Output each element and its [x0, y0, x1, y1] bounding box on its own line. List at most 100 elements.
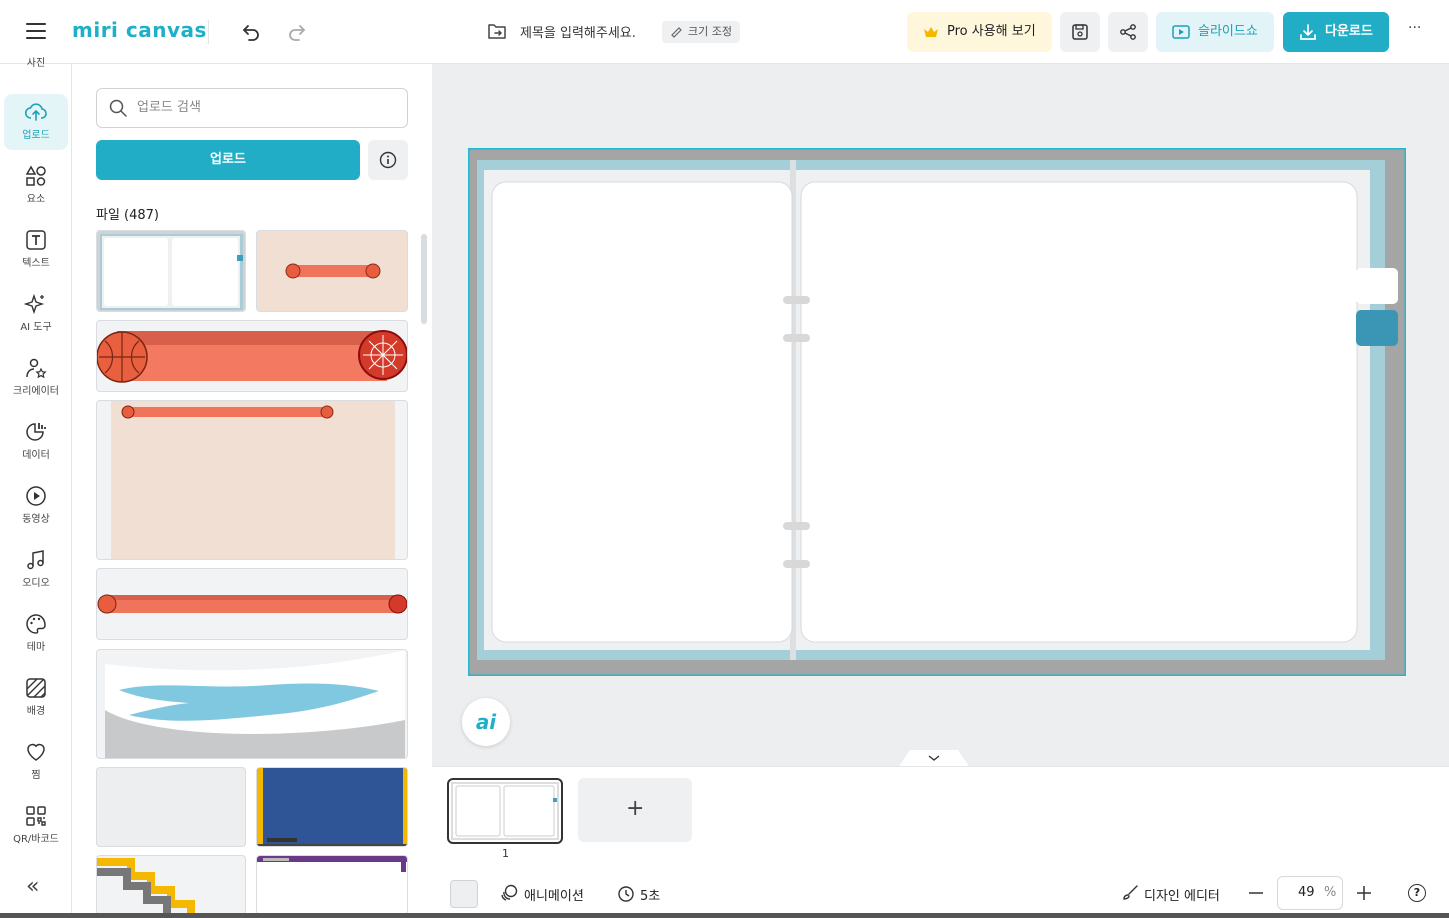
sidebar-item-label: 텍스트: [22, 258, 50, 269]
zoom-value: 49: [1298, 885, 1315, 900]
design-editor-button[interactable]: 디자인 에디터: [1144, 885, 1220, 904]
zoom-in-icon[interactable]: [1355, 884, 1373, 902]
upload-thumbnail[interactable]: [256, 230, 408, 312]
save-button[interactable]: [1060, 12, 1100, 52]
collapse-pages-toggle[interactable]: [898, 748, 970, 768]
pro-label: Pro 사용해 보기: [947, 24, 1036, 39]
upload-thumbnail[interactable]: [96, 649, 408, 759]
timer-icon: [617, 884, 635, 902]
search-icon: [109, 99, 127, 117]
text-icon: [24, 228, 48, 252]
sidebar-item-theme[interactable]: 테마: [4, 606, 68, 662]
cloud-upload-icon: [24, 100, 48, 124]
upload-thumbnail[interactable]: [96, 767, 246, 847]
sidebar-item-qr-barcode[interactable]: QR/바코드: [4, 798, 68, 854]
sidebar-item-video[interactable]: 동영상: [4, 478, 68, 534]
download-icon: [1299, 23, 1317, 41]
slideshow-button[interactable]: 슬라이드쇼: [1156, 12, 1274, 52]
upload-thumbnail[interactable]: [96, 568, 408, 640]
divider: [208, 20, 209, 44]
app-logo[interactable]: miri canvas: [72, 18, 207, 42]
upload-search-input[interactable]: 업로드 검색: [96, 88, 408, 128]
hatch-background-icon: [24, 676, 48, 700]
left-nav: 사진 업로드 요소 텍스트 AI 도구 크리에이터 데이터 동영상 오디오 테마…: [0, 58, 72, 918]
sidebar-item-label: 찜: [31, 770, 41, 781]
panel-scrollbar[interactable]: [421, 234, 427, 324]
sidebar-item-ai-tools[interactable]: AI 도구: [4, 286, 68, 342]
sparkle-icon: [24, 292, 48, 316]
sidebar-item-data[interactable]: 데이터: [4, 414, 68, 470]
play-circle-icon: [24, 484, 48, 508]
help-button[interactable]: ?: [1408, 884, 1426, 902]
sidebar-item-label: 오디오: [22, 578, 50, 589]
zoom-out-icon[interactable]: [1247, 884, 1265, 902]
undo-icon[interactable]: [242, 22, 262, 42]
sidebar-item-label: 크리에이터: [13, 386, 59, 397]
upload-button[interactable]: 업로드: [96, 140, 360, 180]
ruler-icon: [670, 26, 683, 39]
share-icon: [1119, 23, 1137, 41]
top-bar: miri canvas 제목을 입력해주세요. 크기 조정 Pro 사용해 보기: [0, 0, 1449, 64]
sidebar-item-label: QR/바코드: [13, 834, 59, 845]
shapes-icon: [24, 164, 48, 188]
more-options-button[interactable]: ···: [1408, 20, 1421, 36]
duration-button[interactable]: 5초: [640, 885, 660, 904]
sidebar-item-label: 테마: [26, 642, 46, 653]
upload-thumbnail[interactable]: [96, 320, 408, 392]
sidebar-item-label: 데이터: [22, 450, 50, 461]
slideshow-label: 슬라이드쇼: [1198, 24, 1258, 39]
sidebar-item-label: 동영상: [22, 514, 50, 525]
sidebar-item-label: AI 도구: [20, 322, 52, 333]
sidebar-item-elements[interactable]: 요소: [4, 158, 68, 214]
sidebar-item-background[interactable]: 배경: [4, 670, 68, 726]
share-button[interactable]: [1108, 12, 1148, 52]
creator-icon: [24, 356, 48, 380]
info-icon: [379, 151, 397, 169]
ai-assistant-button[interactable]: ai: [462, 698, 510, 746]
sidebar-item-photos[interactable]: 사진: [4, 54, 68, 84]
qr-code-icon: [24, 804, 48, 828]
sidebar-item-upload[interactable]: 업로드: [4, 94, 68, 150]
brush-icon: [1121, 884, 1139, 902]
pro-trial-button[interactable]: Pro 사용해 보기: [907, 12, 1052, 52]
background-color-swatch[interactable]: [450, 880, 478, 908]
info-button[interactable]: [368, 140, 408, 180]
upload-thumbnail[interactable]: [96, 230, 246, 312]
menu-icon[interactable]: [26, 22, 46, 40]
page-number: 1: [502, 847, 509, 860]
collapse-sidebar-button[interactable]: «: [26, 874, 39, 899]
resize-label: 크기 조정: [688, 25, 732, 38]
file-count-label: 파일 (487): [96, 208, 160, 223]
download-button[interactable]: 다운로드: [1283, 12, 1389, 52]
zoom-unit: %: [1324, 885, 1337, 900]
crown-icon: [923, 25, 939, 39]
page-thumbnail-1[interactable]: [447, 778, 563, 844]
redo-icon[interactable]: [286, 22, 306, 42]
upload-thumbnail[interactable]: [256, 855, 408, 915]
play-screen-icon: [1172, 24, 1190, 40]
heart-icon: [24, 740, 48, 764]
resize-button[interactable]: 크기 조정: [662, 21, 740, 43]
design-page[interactable]: [467, 147, 1407, 677]
sidebar-item-label: 요소: [26, 194, 46, 205]
sidebar-item-label: 사진: [26, 58, 46, 69]
animation-button[interactable]: 애니메이션: [524, 885, 584, 904]
zoom-input[interactable]: 49 %: [1277, 876, 1343, 910]
sidebar-item-favorites[interactable]: 찜: [4, 734, 68, 790]
sidebar-item-creator[interactable]: 크리에이터: [4, 350, 68, 406]
add-page-button[interactable]: +: [578, 778, 692, 842]
upload-thumbnail[interactable]: [96, 855, 246, 915]
document-title[interactable]: 제목을 입력해주세요.: [520, 22, 636, 41]
save-icon: [1071, 23, 1089, 41]
sidebar-item-text[interactable]: 텍스트: [4, 222, 68, 278]
sidebar-item-audio[interactable]: 오디오: [4, 542, 68, 598]
sidebar-item-label: 업로드: [22, 130, 50, 141]
search-placeholder: 업로드 검색: [137, 100, 201, 115]
upload-thumbnail[interactable]: [256, 767, 408, 847]
palette-icon: [24, 612, 48, 636]
plus-icon: +: [626, 796, 645, 821]
sidebar-item-label: 배경: [26, 706, 46, 717]
music-note-icon: [24, 548, 48, 572]
folder-move-icon[interactable]: [487, 22, 507, 40]
upload-thumbnail[interactable]: [96, 400, 408, 560]
